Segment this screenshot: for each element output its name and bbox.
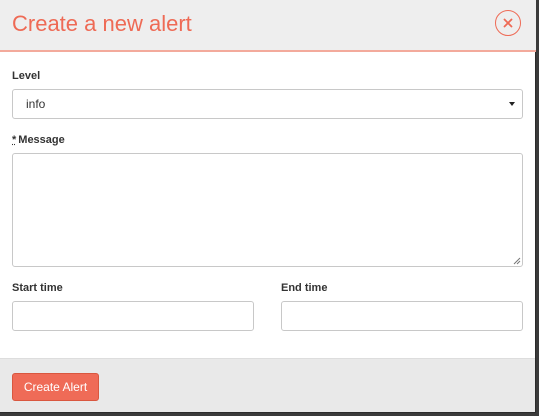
modal-footer: Create Alert bbox=[0, 358, 535, 412]
end-time-input[interactable] bbox=[281, 301, 523, 331]
modal-header: Create a new alert bbox=[0, 0, 536, 52]
level-select-value: info bbox=[26, 97, 46, 111]
message-label: * Message bbox=[12, 134, 65, 147]
level-label: Level bbox=[12, 70, 41, 82]
message-label-text: Message bbox=[18, 134, 65, 146]
message-textarea[interactable] bbox=[12, 153, 523, 267]
close-icon bbox=[503, 18, 513, 28]
end-time-label: End time bbox=[281, 282, 328, 294]
level-select[interactable]: info bbox=[12, 89, 523, 119]
create-alert-modal: Create a new alert Level info * Message S… bbox=[0, 0, 536, 413]
close-button[interactable] bbox=[495, 10, 521, 36]
caret-down-icon bbox=[509, 102, 515, 106]
resize-grip-icon[interactable] bbox=[513, 257, 521, 265]
create-alert-button[interactable]: Create Alert bbox=[12, 373, 99, 401]
start-time-input[interactable] bbox=[12, 301, 254, 331]
required-marker: * bbox=[12, 134, 17, 146]
modal-title: Create a new alert bbox=[12, 11, 192, 36]
start-time-label: Start time bbox=[12, 282, 63, 294]
